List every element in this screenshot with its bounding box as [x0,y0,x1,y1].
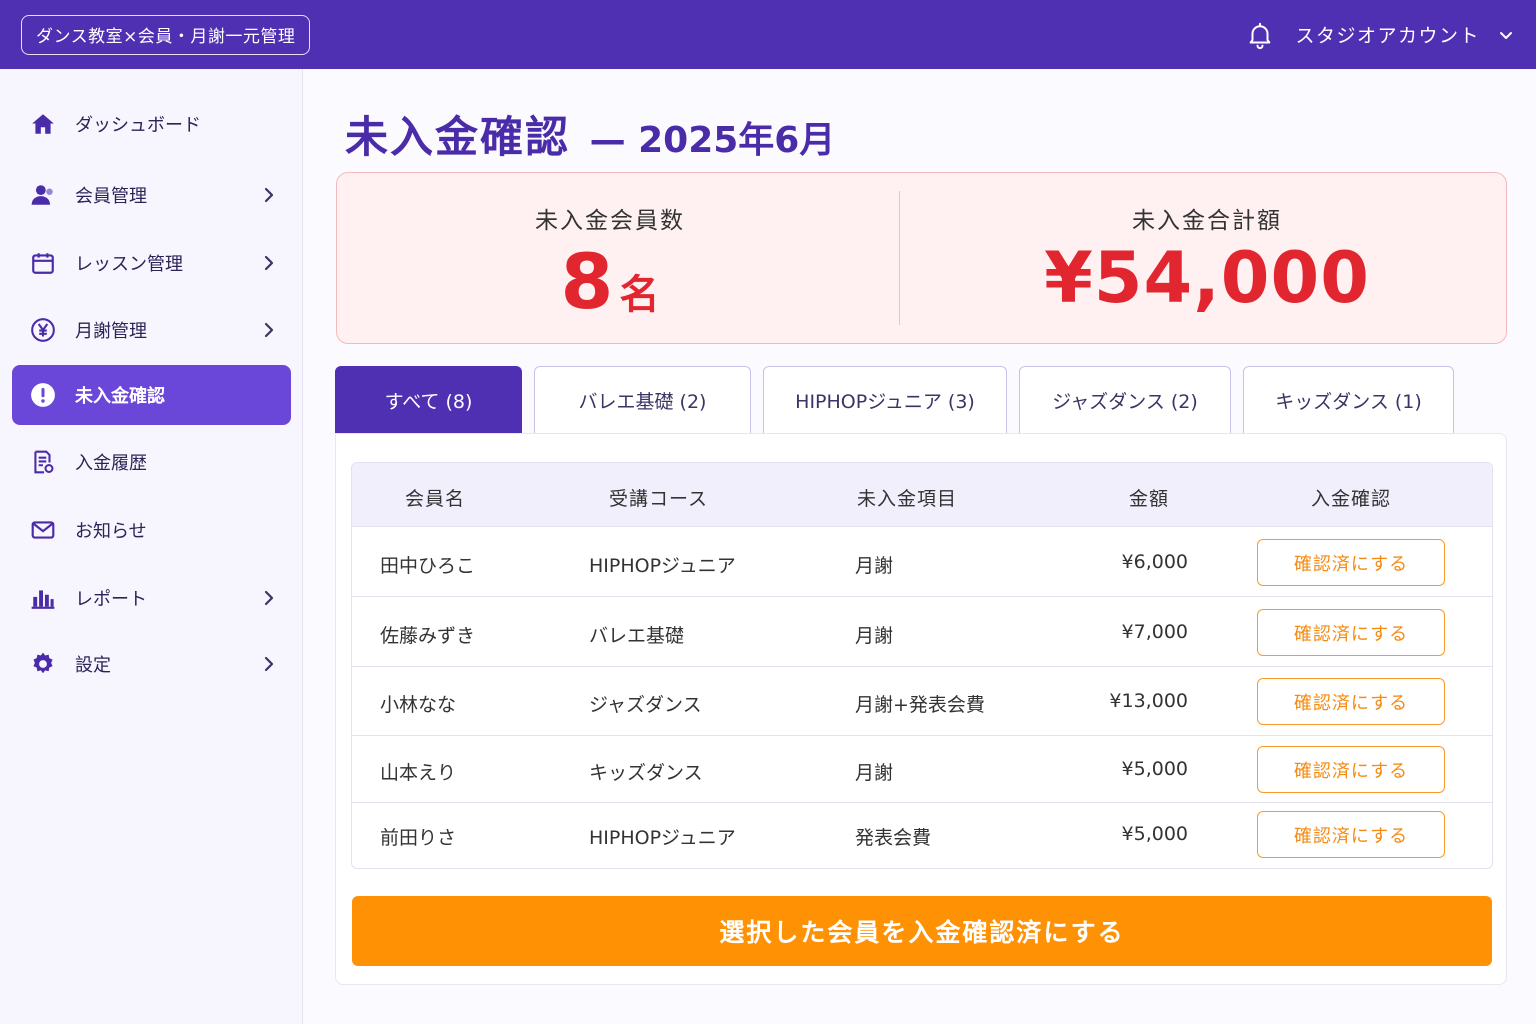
sidebar-item-label: 設定 [75,655,111,676]
table-row: 小林なな ジャズダンス 月謝+発表会費 ¥13,000 確認済にする [352,667,1492,736]
page-period: — 2025年6月 [589,120,836,161]
page-title-text: 未入金確認 [345,113,570,163]
table-header: 会員名 受講コース 未入金項目 金額 入金確認 [352,463,1492,527]
sidebar-item-dashboard[interactable]: ダッシュボード [12,94,291,154]
sidebar-item-label: 入金履歴 [75,453,147,474]
column-header-name: 会員名 [405,488,466,510]
unpaid-item: 月謝+発表会費 [855,694,985,716]
unpaid-item: 月謝 [855,625,894,647]
sidebar-item-payment-history[interactable]: 入金履歴 [12,432,291,492]
sidebar-item-tuition[interactable]: 月謝管理 [12,300,291,360]
sidebar-item-unpaid[interactable]: 未入金確認 [12,365,291,425]
unpaid-members-unit: 名 [619,272,660,318]
unpaid-panel: 会員名 受講コース 未入金項目 金額 入金確認 田中ひろこ HIPHOPジュニア… [335,433,1507,985]
bell-icon[interactable] [1245,20,1275,50]
main-content: 未入金確認 — 2025年6月 未入金会員数 8名 未入金合計額 ¥54,000… [304,69,1536,1024]
sidebar-item-label: レッスン管理 [75,254,183,275]
mail-icon [29,516,57,544]
sidebar-item-label: レポート [75,589,147,610]
chevron-right-icon [264,656,274,672]
tab-hiphop-junior[interactable]: HIPHOPジュニア (3) [763,366,1007,433]
unpaid-members-stat: 未入金会員数 8名 [337,173,883,343]
unpaid-total-stat: 未入金合計額 ¥54,000 [907,173,1507,343]
member-name: 前田りさ [380,827,457,849]
chevron-right-icon [264,187,274,203]
sidebar-item-label: 未入金確認 [75,386,165,407]
yen-icon [29,316,57,344]
unpaid-item: 月謝 [855,762,894,784]
table-row: 山本えり キッズダンス 月謝 ¥5,000 確認済にする [352,736,1492,803]
unpaid-item: 月謝 [855,555,894,577]
chevron-right-icon [264,322,274,338]
column-header-course: 受講コース [609,488,709,510]
account-label: スタジオアカウント [1295,25,1480,47]
mark-confirmed-button[interactable]: 確認済にする [1257,678,1445,725]
tab-jazz-dance[interactable]: ジャズダンス (2) [1019,366,1231,433]
mark-confirmed-button[interactable]: 確認済にする [1257,539,1445,586]
user-icon [29,181,57,209]
sidebar-item-lessons[interactable]: レッスン管理 [12,233,291,293]
account-menu[interactable]: スタジオアカウント [1245,20,1514,50]
unpaid-total-label: 未入金合計額 [1132,208,1282,234]
unpaid-total-value: ¥54,000 [1044,237,1370,319]
bulk-confirm-button[interactable]: 選択した会員を入金確認済にする [352,896,1492,966]
home-icon [29,110,57,138]
unpaid-item: 発表会費 [855,827,932,849]
mark-confirmed-button[interactable]: 確認済にする [1257,609,1445,656]
member-course: ジャズダンス [589,694,702,716]
document-icon [29,448,57,476]
top-bar: ダンス教室×会員・月謝一元管理 スタジオアカウント [0,0,1536,69]
member-name: 小林なな [380,694,457,716]
unpaid-table: 会員名 受講コース 未入金項目 金額 入金確認 田中ひろこ HIPHOPジュニア… [351,462,1493,869]
unpaid-amount: ¥6,000 [1121,551,1188,573]
tab-all[interactable]: すべて (8) [335,366,522,433]
member-course: HIPHOPジュニア [589,827,736,849]
unpaid-members-label: 未入金会員数 [535,208,685,234]
unpaid-summary-card: 未入金会員数 8名 未入金合計額 ¥54,000 [336,172,1507,344]
sidebar-item-settings[interactable]: 設定 [12,634,291,694]
tab-ballet-basic[interactable]: バレエ基礎 (2) [534,366,751,433]
chevron-down-icon [1500,31,1512,39]
unpaid-amount: ¥5,000 [1121,758,1188,780]
column-header-item: 未入金項目 [857,488,958,510]
table-row: 前田りさ HIPHOPジュニア 発表会費 ¥5,000 確認済にする [352,803,1492,868]
sidebar-item-members[interactable]: 会員管理 [12,165,291,225]
unpaid-members-value: 8名 [337,237,883,326]
chevron-right-icon [264,255,274,271]
table-row: 佐藤みずき バレエ基礎 月謝 ¥7,000 確認済にする [352,597,1492,667]
summary-divider [899,191,900,325]
sidebar-item-label: 月謝管理 [75,321,147,342]
member-name: 田中ひろこ [380,555,476,577]
member-name: 山本えり [380,762,457,784]
member-course: HIPHOPジュニア [589,555,736,577]
mark-confirmed-button[interactable]: 確認済にする [1257,746,1445,793]
unpaid-amount: ¥7,000 [1121,621,1188,643]
unpaid-amount: ¥5,000 [1121,823,1188,845]
page-title: 未入金確認 — 2025年6月 [345,103,835,165]
column-header-confirm: 入金確認 [1311,488,1392,510]
calendar-icon [29,249,57,277]
sidebar-item-label: 会員管理 [75,186,147,207]
member-name: 佐藤みずき [380,625,476,647]
sidebar-item-label: お知らせ [75,521,147,542]
sidebar: ダッシュボード 会員管理 レッスン管理 月謝管理 未入金確認 入金履歴 お知らせ… [0,69,303,1024]
sidebar-item-label: ダッシュボード [75,115,201,136]
alert-icon [29,381,57,409]
sidebar-item-notices[interactable]: お知らせ [12,500,291,560]
member-course: バレエ基礎 [589,625,685,647]
unpaid-members-number: 8 [560,237,614,326]
bar-chart-icon [29,584,57,612]
column-header-amount: 金額 [1129,488,1170,510]
sidebar-item-reports[interactable]: レポート [12,568,291,628]
gear-icon [29,650,57,678]
tab-kids-dance[interactable]: キッズダンス (1) [1243,366,1454,433]
app-title[interactable]: ダンス教室×会員・月謝一元管理 [21,14,311,55]
table-row: 田中ひろこ HIPHOPジュニア 月謝 ¥6,000 確認済にする [352,528,1492,597]
mark-confirmed-button[interactable]: 確認済にする [1257,811,1445,858]
chevron-right-icon [264,590,274,606]
unpaid-amount: ¥13,000 [1109,690,1188,712]
member-course: キッズダンス [589,762,703,784]
